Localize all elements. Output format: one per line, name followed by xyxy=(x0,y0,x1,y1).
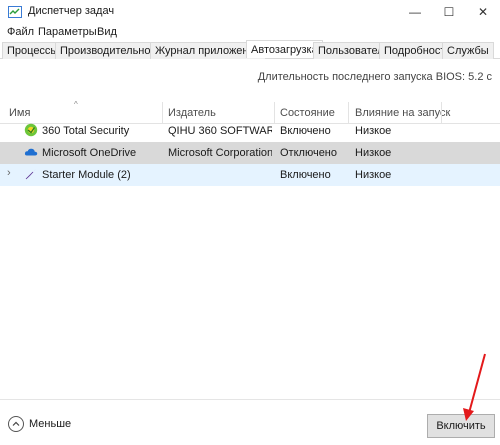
task-manager-icon xyxy=(8,6,22,18)
row-status: Включено xyxy=(280,125,331,137)
menu-file[interactable]: Файл xyxy=(7,26,34,38)
tab-bar: Процессы Производительность Журнал прило… xyxy=(0,40,500,59)
feather-icon xyxy=(25,168,36,180)
row-publisher: Microsoft Corporation xyxy=(168,147,272,159)
enable-button[interactable]: Включить xyxy=(427,414,495,438)
menu-view[interactable]: Вид xyxy=(97,26,117,38)
table-row[interactable]: 360 Total Security QIHU 360 SOFTWARE C..… xyxy=(0,120,500,142)
row-name: 360 Total Security xyxy=(42,125,130,137)
column-status[interactable]: Состояние xyxy=(280,107,335,119)
table-row[interactable]: › Starter Module (2) Включено Низкое xyxy=(0,164,500,186)
expand-chevron-icon[interactable]: › xyxy=(7,167,11,179)
close-button[interactable]: ✕ xyxy=(466,0,500,24)
bios-label: Длительность последнего запуска BIOS: xyxy=(257,71,466,83)
table-row[interactable]: Microsoft OneDrive Microsoft Corporation… xyxy=(0,142,500,164)
row-status: Отключено xyxy=(280,147,337,159)
row-impact: Низкое xyxy=(355,169,392,181)
bios-time: Длительность последнего запуска BIOS: 5.… xyxy=(258,71,492,83)
window-title: Диспетчер задач xyxy=(28,5,115,17)
column-name[interactable]: Имя xyxy=(9,107,30,119)
tab-services[interactable]: Службы xyxy=(442,42,494,59)
menu-options[interactable]: Параметры xyxy=(38,26,97,38)
bios-value: 5.2 с xyxy=(468,71,492,83)
column-impact[interactable]: Влияние на запуск xyxy=(355,107,450,119)
360-security-icon xyxy=(24,123,38,137)
startup-panel: Длительность последнего запуска BIOS: 5.… xyxy=(0,59,500,400)
row-status: Включено xyxy=(280,169,331,181)
row-impact: Низкое xyxy=(355,147,392,159)
row-impact: Низкое xyxy=(355,125,392,137)
footer-bar: Меньше Включить xyxy=(0,400,500,445)
row-name: Microsoft OneDrive xyxy=(42,147,137,159)
sort-ascending-icon: ^ xyxy=(74,100,78,109)
row-publisher: QIHU 360 SOFTWARE C... xyxy=(168,125,272,137)
tab-startup[interactable]: Автозагрузка xyxy=(246,40,323,58)
row-name: Starter Module (2) xyxy=(42,169,131,181)
chevron-up-circle-icon xyxy=(8,416,24,432)
title-bar: Диспетчер задач — ☐ ✕ xyxy=(0,0,500,24)
maximize-button[interactable]: ☐ xyxy=(432,0,466,24)
minimize-button[interactable]: — xyxy=(398,0,432,24)
fewer-details-label: Меньше xyxy=(29,418,72,430)
column-publisher[interactable]: Издатель xyxy=(168,107,216,119)
onedrive-cloud-icon xyxy=(24,148,38,156)
